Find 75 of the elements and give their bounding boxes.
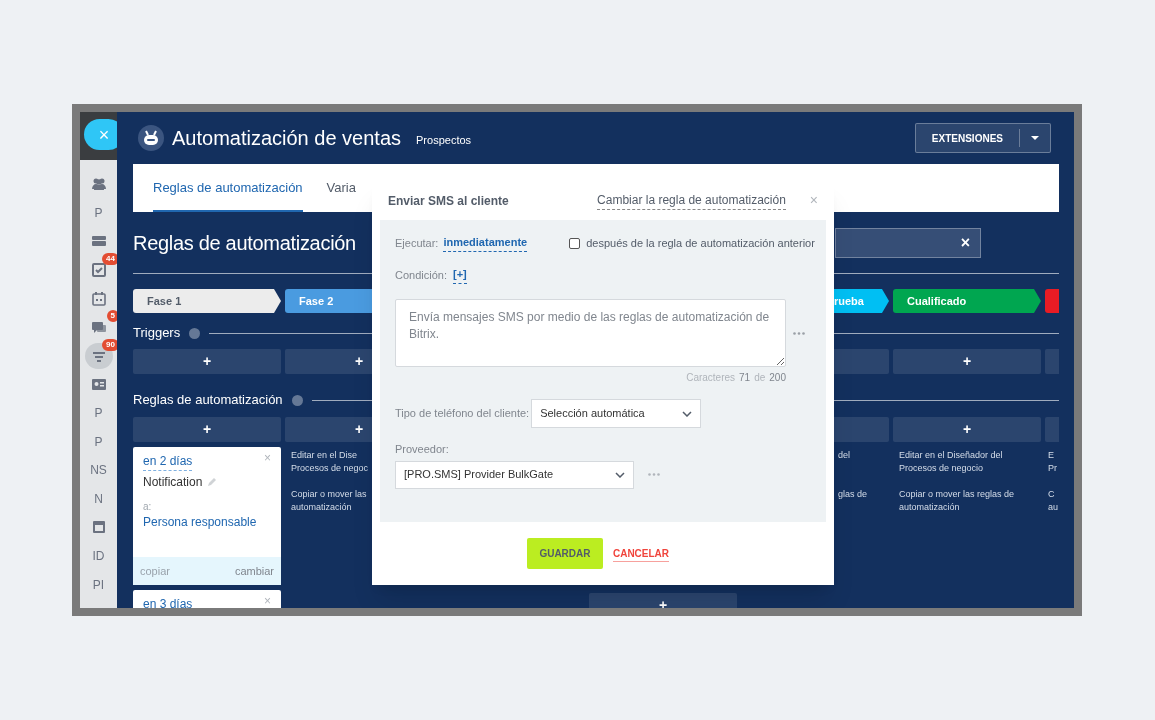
section-heading: Triggers <box>133 324 181 343</box>
sidebar-item[interactable]: P <box>94 404 103 423</box>
sidebar-item[interactable]: P <box>94 203 103 222</box>
help-text: Copiar o mover las automatización <box>291 488 367 514</box>
sidebar-item[interactable]: P <box>94 432 103 451</box>
section-title: Reglas de automatización <box>133 230 356 256</box>
calendar-icon[interactable] <box>90 290 107 307</box>
people-icon[interactable] <box>90 176 107 193</box>
help-icon <box>189 327 201 339</box>
change-link[interactable]: cambiar <box>234 562 274 580</box>
provider-select[interactable]: [PRO.SMS] Provider BulkGate <box>395 460 634 489</box>
more-icon[interactable] <box>793 331 805 335</box>
cancel-link[interactable]: CANCELAR <box>612 545 670 562</box>
field-label: Proveedor: <box>395 442 450 457</box>
recipient-label: a: <box>142 501 153 513</box>
page-header-title: Automatización de ventas <box>172 126 402 151</box>
entity-label: Prospectos <box>416 132 472 148</box>
char-count: 71 <box>739 371 751 385</box>
delay-link[interactable]: en 2 días <box>143 452 193 471</box>
help-text: Editar en el Dise Procesos de negoc <box>291 449 369 475</box>
help-icon <box>291 394 303 406</box>
add-button[interactable]: + <box>589 593 737 608</box>
phone-type-select[interactable]: Selección automática <box>531 399 702 428</box>
filter-field[interactable]: × <box>835 227 981 258</box>
robot-icon <box>138 125 164 151</box>
stage-label: rueba <box>834 293 864 309</box>
save-button[interactable]: GUARDAR <box>526 538 603 569</box>
add-button[interactable]: + <box>133 417 281 442</box>
sidebar-item-highlight[interactable] <box>84 342 113 369</box>
stage-label: Cualificado <box>907 293 967 309</box>
add-condition-link[interactable]: [+] <box>453 266 467 284</box>
clear-icon[interactable]: × <box>960 234 970 251</box>
chat-icon[interactable] <box>90 319 107 336</box>
tab[interactable]: Varia <box>326 164 356 212</box>
counter-badge: 90 <box>102 338 117 351</box>
help-text: E Pr <box>1048 449 1057 475</box>
sidebar-item[interactable]: N <box>94 489 103 508</box>
counter-label: Caracteres <box>686 371 736 385</box>
help-text: Editar en el Diseñador del Procesos de negocio <box>899 449 1003 475</box>
contact-card-icon[interactable] <box>90 376 107 393</box>
change-rule-link[interactable]: Cambiar la regla de automatización <box>597 191 786 210</box>
stage-label: Fase 1 <box>147 293 182 309</box>
stage-label: Fase 2 <box>299 293 334 309</box>
checkbox-label: después de la regla de automatización anterior <box>586 235 815 251</box>
add-button[interactable]: + <box>893 349 1041 374</box>
dialog-title: Enviar SMS al cliente <box>388 192 509 210</box>
tab[interactable]: Reglas de automatización <box>153 164 303 212</box>
chevron-down-icon <box>682 410 693 417</box>
add-button[interactable]: + <box>133 349 281 374</box>
counter-badge: 44 <box>102 252 117 265</box>
help-text: C au <box>1048 488 1058 514</box>
stage-bar[interactable]: Fase 1 <box>133 289 281 313</box>
help-text: del <box>838 449 850 462</box>
field-label: Ejecutar: <box>395 235 439 251</box>
checkbox-list-icon[interactable] <box>90 262 107 279</box>
rule-title: Notification <box>143 474 203 491</box>
counter-label: de <box>754 371 766 385</box>
chevron-down-icon <box>615 471 625 478</box>
checkbox[interactable] <box>569 237 581 249</box>
delay-link[interactable]: en 3 días <box>143 595 193 608</box>
sidebar-item[interactable]: PI <box>92 575 105 594</box>
recipient-link[interactable]: Persona responsable <box>133 513 281 531</box>
help-text: glas de <box>838 488 868 501</box>
sidebar-item[interactable]: NS <box>90 461 107 480</box>
caret-icon <box>1031 136 1039 140</box>
stage-bar[interactable]: Cualificado <box>893 289 1041 313</box>
message-field[interactable]: Envía mensajes SMS por medio de las reglas de automatización de Bitrix. <box>395 299 786 367</box>
add-button[interactable]: + <box>893 417 1041 442</box>
window-icon[interactable] <box>90 519 107 536</box>
section-heading: Reglas de automatización <box>133 391 283 410</box>
char-max: 200 <box>769 371 786 385</box>
execute-link[interactable]: inmediatamente <box>443 234 528 252</box>
field-label: Condición: <box>395 267 447 283</box>
help-text: Copiar o mover las reglas de automatización <box>899 488 1015 514</box>
sidebar-item[interactable]: ID <box>92 547 105 565</box>
